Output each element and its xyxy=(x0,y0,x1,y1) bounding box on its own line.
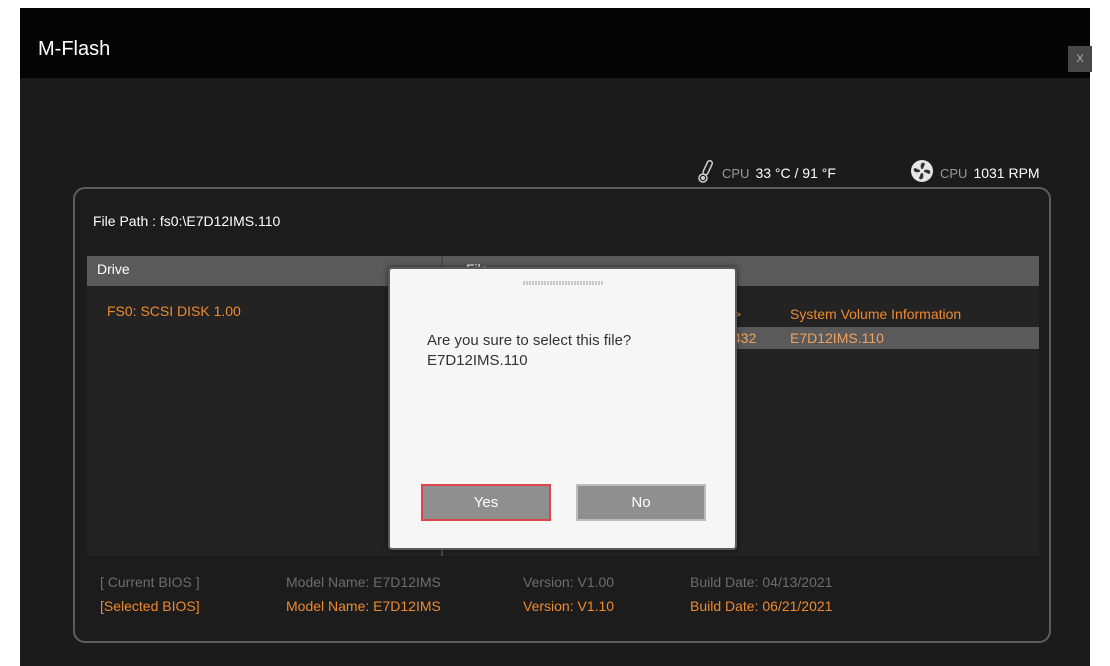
dialog-message: Are you sure to select this file? E7D12I… xyxy=(427,331,631,371)
current-bios-build-date: Build Date: 04/13/2021 xyxy=(690,574,833,590)
confirm-dialog: Are you sure to select this file? E7D12I… xyxy=(388,267,737,550)
file-path: File Path : fs0:\E7D12IMS.110 xyxy=(93,213,281,229)
cpu-temperature-status: CPU 33 °C / 91 °F xyxy=(698,158,836,188)
drag-handle[interactable] xyxy=(523,281,603,285)
dialog-filename: E7D12IMS.110 xyxy=(427,352,528,369)
cpu-fan-status: CPU 1031 RPM xyxy=(910,158,1040,188)
selected-bios-model: Model Name: E7D12IMS xyxy=(286,598,441,614)
cpu-temp-label: CPU xyxy=(722,165,750,181)
cpu-fan-value: 1031 RPM xyxy=(973,165,1040,181)
current-bios-version: Version: V1.00 xyxy=(523,574,615,590)
dialog-question: Are you sure to select this file? xyxy=(427,332,632,349)
no-button[interactable]: No xyxy=(576,484,706,521)
selected-bios-build-date: Build Date: 06/21/2021 xyxy=(690,598,833,614)
cpu-temp-value: 33 °C / 91 °F xyxy=(755,165,836,181)
selected-bios-version: Version: V1.10 xyxy=(523,598,615,614)
fan-icon xyxy=(910,159,934,188)
file-name: E7D12IMS.110 xyxy=(790,330,884,346)
current-bios-model: Model Name: E7D12IMS xyxy=(286,574,441,590)
yes-button[interactable]: Yes xyxy=(421,484,551,521)
drive-column-header: Drive xyxy=(97,261,130,277)
file-name: System Volume Information xyxy=(790,306,962,322)
close-button[interactable]: X xyxy=(1068,46,1092,72)
selected-bios-label: [Selected BIOS] xyxy=(100,598,200,614)
drive-item-fs0[interactable]: FS0: SCSI DISK 1.00 xyxy=(107,303,241,319)
title-bar: M-Flash xyxy=(20,8,1090,78)
cpu-fan-label: CPU xyxy=(940,165,968,181)
app-title: M-Flash xyxy=(38,38,111,60)
thermometer-icon xyxy=(698,158,716,189)
current-bios-label: [ Current BIOS ] xyxy=(100,574,200,590)
